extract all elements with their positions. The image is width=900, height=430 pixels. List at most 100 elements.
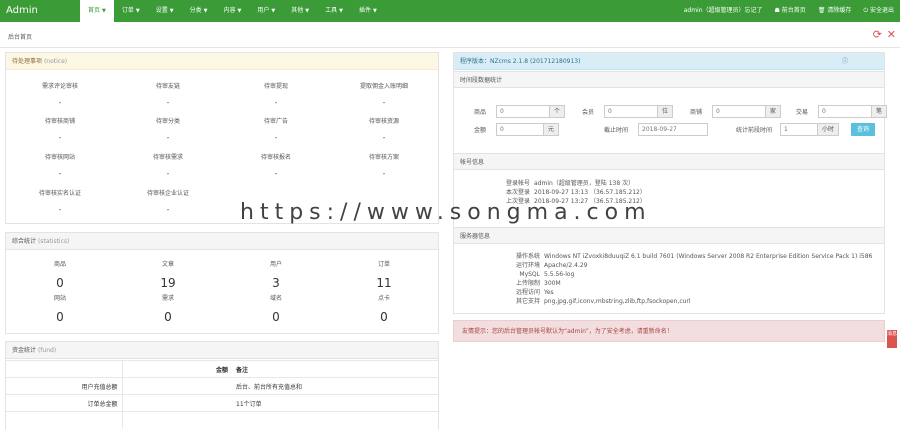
nav-item-category[interactable]: 分类 ▼: [182, 0, 216, 22]
stat-value: 19: [160, 276, 176, 290]
table-row: 用户充值总额 后台、前台所有充值总和: [6, 377, 438, 395]
stat-cards[interactable]: 点卡 0: [330, 293, 438, 324]
statistics-panel-header: 综合统计 (statistics): [6, 233, 438, 250]
stat-value: 0: [380, 310, 388, 324]
clear-cache-link[interactable]: 🗑 清除缓存: [818, 0, 852, 22]
list-item: MySQL 5.5.56-log: [519, 271, 575, 278]
fund-row-note: 后台、前台所有充值总和: [232, 377, 438, 395]
todo-label[interactable]: 待审广告: [222, 116, 330, 125]
trades-count-input[interactable]: 0: [818, 105, 872, 118]
stat-label: 订单: [377, 261, 390, 268]
todo-label[interactable]: 待审核资源: [330, 116, 438, 125]
field-hours: 统计前段时间 1 小时: [736, 123, 840, 136]
list-item: 本次登录 2018-09-27 13:13 （36.57.185.212）: [505, 189, 646, 196]
stat-value: 0: [164, 310, 172, 324]
current-user-link[interactable]: admin（超级管理员）忘记了: [684, 0, 763, 22]
stat-label: 网站: [53, 295, 66, 302]
amount-input[interactable]: 0: [496, 123, 544, 136]
todo-value: -: [166, 170, 170, 178]
stat-label: 商品: [53, 261, 66, 268]
query-button[interactable]: 查询: [851, 123, 876, 136]
nav-item-plugins[interactable]: 插件 ▼: [351, 0, 385, 22]
top-navigation-bar: Admin 首页 ▼ 订单 ▼ 设置 ▼ 分类 ▼ 内容 ▼ 用户 ▼ 其他 ▼ 工具 ▼ 插件…: [0, 0, 900, 22]
close-icon[interactable]: ✕: [887, 28, 896, 41]
goods-count-input[interactable]: 0: [496, 105, 550, 118]
field-members: 会员 0位: [582, 105, 674, 118]
todo-panel: 待处理事项 (notice) 需求评论审核 待审友链 待审提现 提取佣金入账明细…: [5, 52, 439, 224]
todo-value: -: [274, 99, 278, 107]
fund-table: 金额 备注 用户充值总额 后台、前台所有充值总和 订单总金额 11个订单: [6, 360, 438, 429]
nav-item-settings[interactable]: 设置 ▼: [148, 0, 182, 22]
security-alert: 友情提示：您的后台管理员帐号默认为“admin”，为了安全考虑，请重新命名！: [453, 320, 885, 342]
todo-value: -: [58, 170, 62, 178]
stat-value: 11: [376, 276, 392, 290]
nav-item-home[interactable]: 首页 ▼: [80, 0, 114, 22]
nav-item-orders[interactable]: 订单 ▼: [114, 0, 148, 22]
todo-label[interactable]: 待审核实名认证: [6, 188, 114, 197]
top-right-links: admin（超级管理员）忘记了 ☗ 前台首页 🗑 清除缓存 ⏻ 安全退出: [684, 0, 894, 22]
todo-label[interactable]: 待审核企业认证: [114, 188, 222, 197]
todo-value: -: [166, 134, 170, 142]
list-item: 操作系统 Windows NT iZvoxki8duuqiZ 6.1 build …: [515, 253, 873, 260]
fund-row-amount: [122, 394, 232, 412]
stat-label: 域名: [269, 295, 282, 302]
todo-label[interactable]: 待审核方案: [330, 152, 438, 161]
todo-value: -: [274, 170, 278, 178]
stat-domains[interactable]: 域名 0: [222, 293, 330, 324]
breadcrumb[interactable]: 后台首页: [8, 32, 32, 41]
stat-value: 0: [272, 310, 280, 324]
app-logo[interactable]: Admin: [6, 5, 38, 16]
main-nav: 首页 ▼ 订单 ▼ 设置 ▼ 分类 ▼ 内容 ▼ 用户 ▼ 其他 ▼ 工具 ▼ 插件 ▼: [80, 0, 385, 22]
todo-label[interactable]: 待审提现: [222, 81, 330, 90]
fund-panel-header: 资金统计 (fund): [6, 342, 438, 359]
breadcrumb-bar: 后台首页 ⟳ ✕: [0, 22, 900, 48]
field-end-time: 截止时间 2018-09-27: [604, 123, 708, 136]
fund-row-amount: [122, 377, 232, 395]
nav-item-users[interactable]: 用户 ▼: [249, 0, 283, 22]
info-icon[interactable]: ⓘ: [842, 53, 848, 70]
frontend-home-link[interactable]: ☗ 前台首页: [775, 0, 806, 22]
server-header: 服务器信息: [454, 227, 884, 244]
stat-users[interactable]: 用户 3: [222, 259, 330, 290]
todo-label[interactable]: 待审友链: [114, 81, 222, 90]
logout-link[interactable]: ⏻ 安全退出: [863, 0, 894, 22]
list-item: 运行环境 Apache/2.4.29: [515, 262, 588, 269]
info-panel: 程序版本：NZcms 2.1.8 (20171218091​3) ⓘ 时间段数据…: [453, 52, 888, 314]
shops-count-input[interactable]: 0: [712, 105, 766, 118]
todo-label[interactable]: 提取佣金入账明细: [330, 81, 438, 90]
nav-item-tools[interactable]: 工具 ▼: [317, 0, 351, 22]
end-time-input[interactable]: 2018-09-27: [638, 123, 708, 136]
table-row: [6, 411, 438, 429]
stat-articles[interactable]: 文章 19: [114, 259, 222, 290]
todo-label[interactable]: 待审核报名: [222, 152, 330, 161]
list-item: 上传限制 300M: [515, 280, 561, 287]
fund-col-header: 金额: [122, 360, 232, 378]
stat-label: 文章: [161, 261, 174, 268]
nav-item-other[interactable]: 其他 ▼: [283, 0, 317, 22]
todo-label[interactable]: 待审核需求: [114, 152, 222, 161]
stat-label: 需求: [161, 295, 174, 302]
stat-label: 点卡: [377, 295, 390, 302]
todo-value: -: [382, 170, 386, 178]
message-side-tab[interactable]: 消息: [887, 330, 897, 348]
todo-value: -: [166, 206, 170, 214]
fund-table-header: 金额 备注: [6, 360, 438, 378]
server-info: 操作系统 Windows NT iZvoxki8duuqiZ 6.1 build …: [504, 252, 872, 306]
stat-websites[interactable]: 网站 0: [6, 293, 114, 324]
hours-input[interactable]: 1: [780, 123, 818, 136]
members-count-input[interactable]: 0: [604, 105, 658, 118]
list-item: 登录帐号 admin（超级管理员，登陆 138 次）: [505, 180, 635, 187]
todo-value: -: [382, 134, 386, 142]
todo-label[interactable]: 需求评论审核: [6, 81, 114, 90]
nav-item-content[interactable]: 内容 ▼: [216, 0, 250, 22]
todo-label[interactable]: 待审核商铺: [6, 116, 114, 125]
todo-label[interactable]: 待审分类: [114, 116, 222, 125]
todo-value: -: [58, 134, 62, 142]
stat-products[interactable]: 商品 0: [6, 259, 114, 290]
time-stats-header: 时间段数据统计: [454, 71, 884, 88]
todo-label[interactable]: 待审核网站: [6, 152, 114, 161]
todo-panel-header: 待处理事项 (notice): [6, 53, 438, 70]
stat-orders[interactable]: 订单 11: [330, 259, 438, 290]
refresh-icon[interactable]: ⟳: [873, 28, 882, 41]
stat-demands[interactable]: 需求 0: [114, 293, 222, 324]
